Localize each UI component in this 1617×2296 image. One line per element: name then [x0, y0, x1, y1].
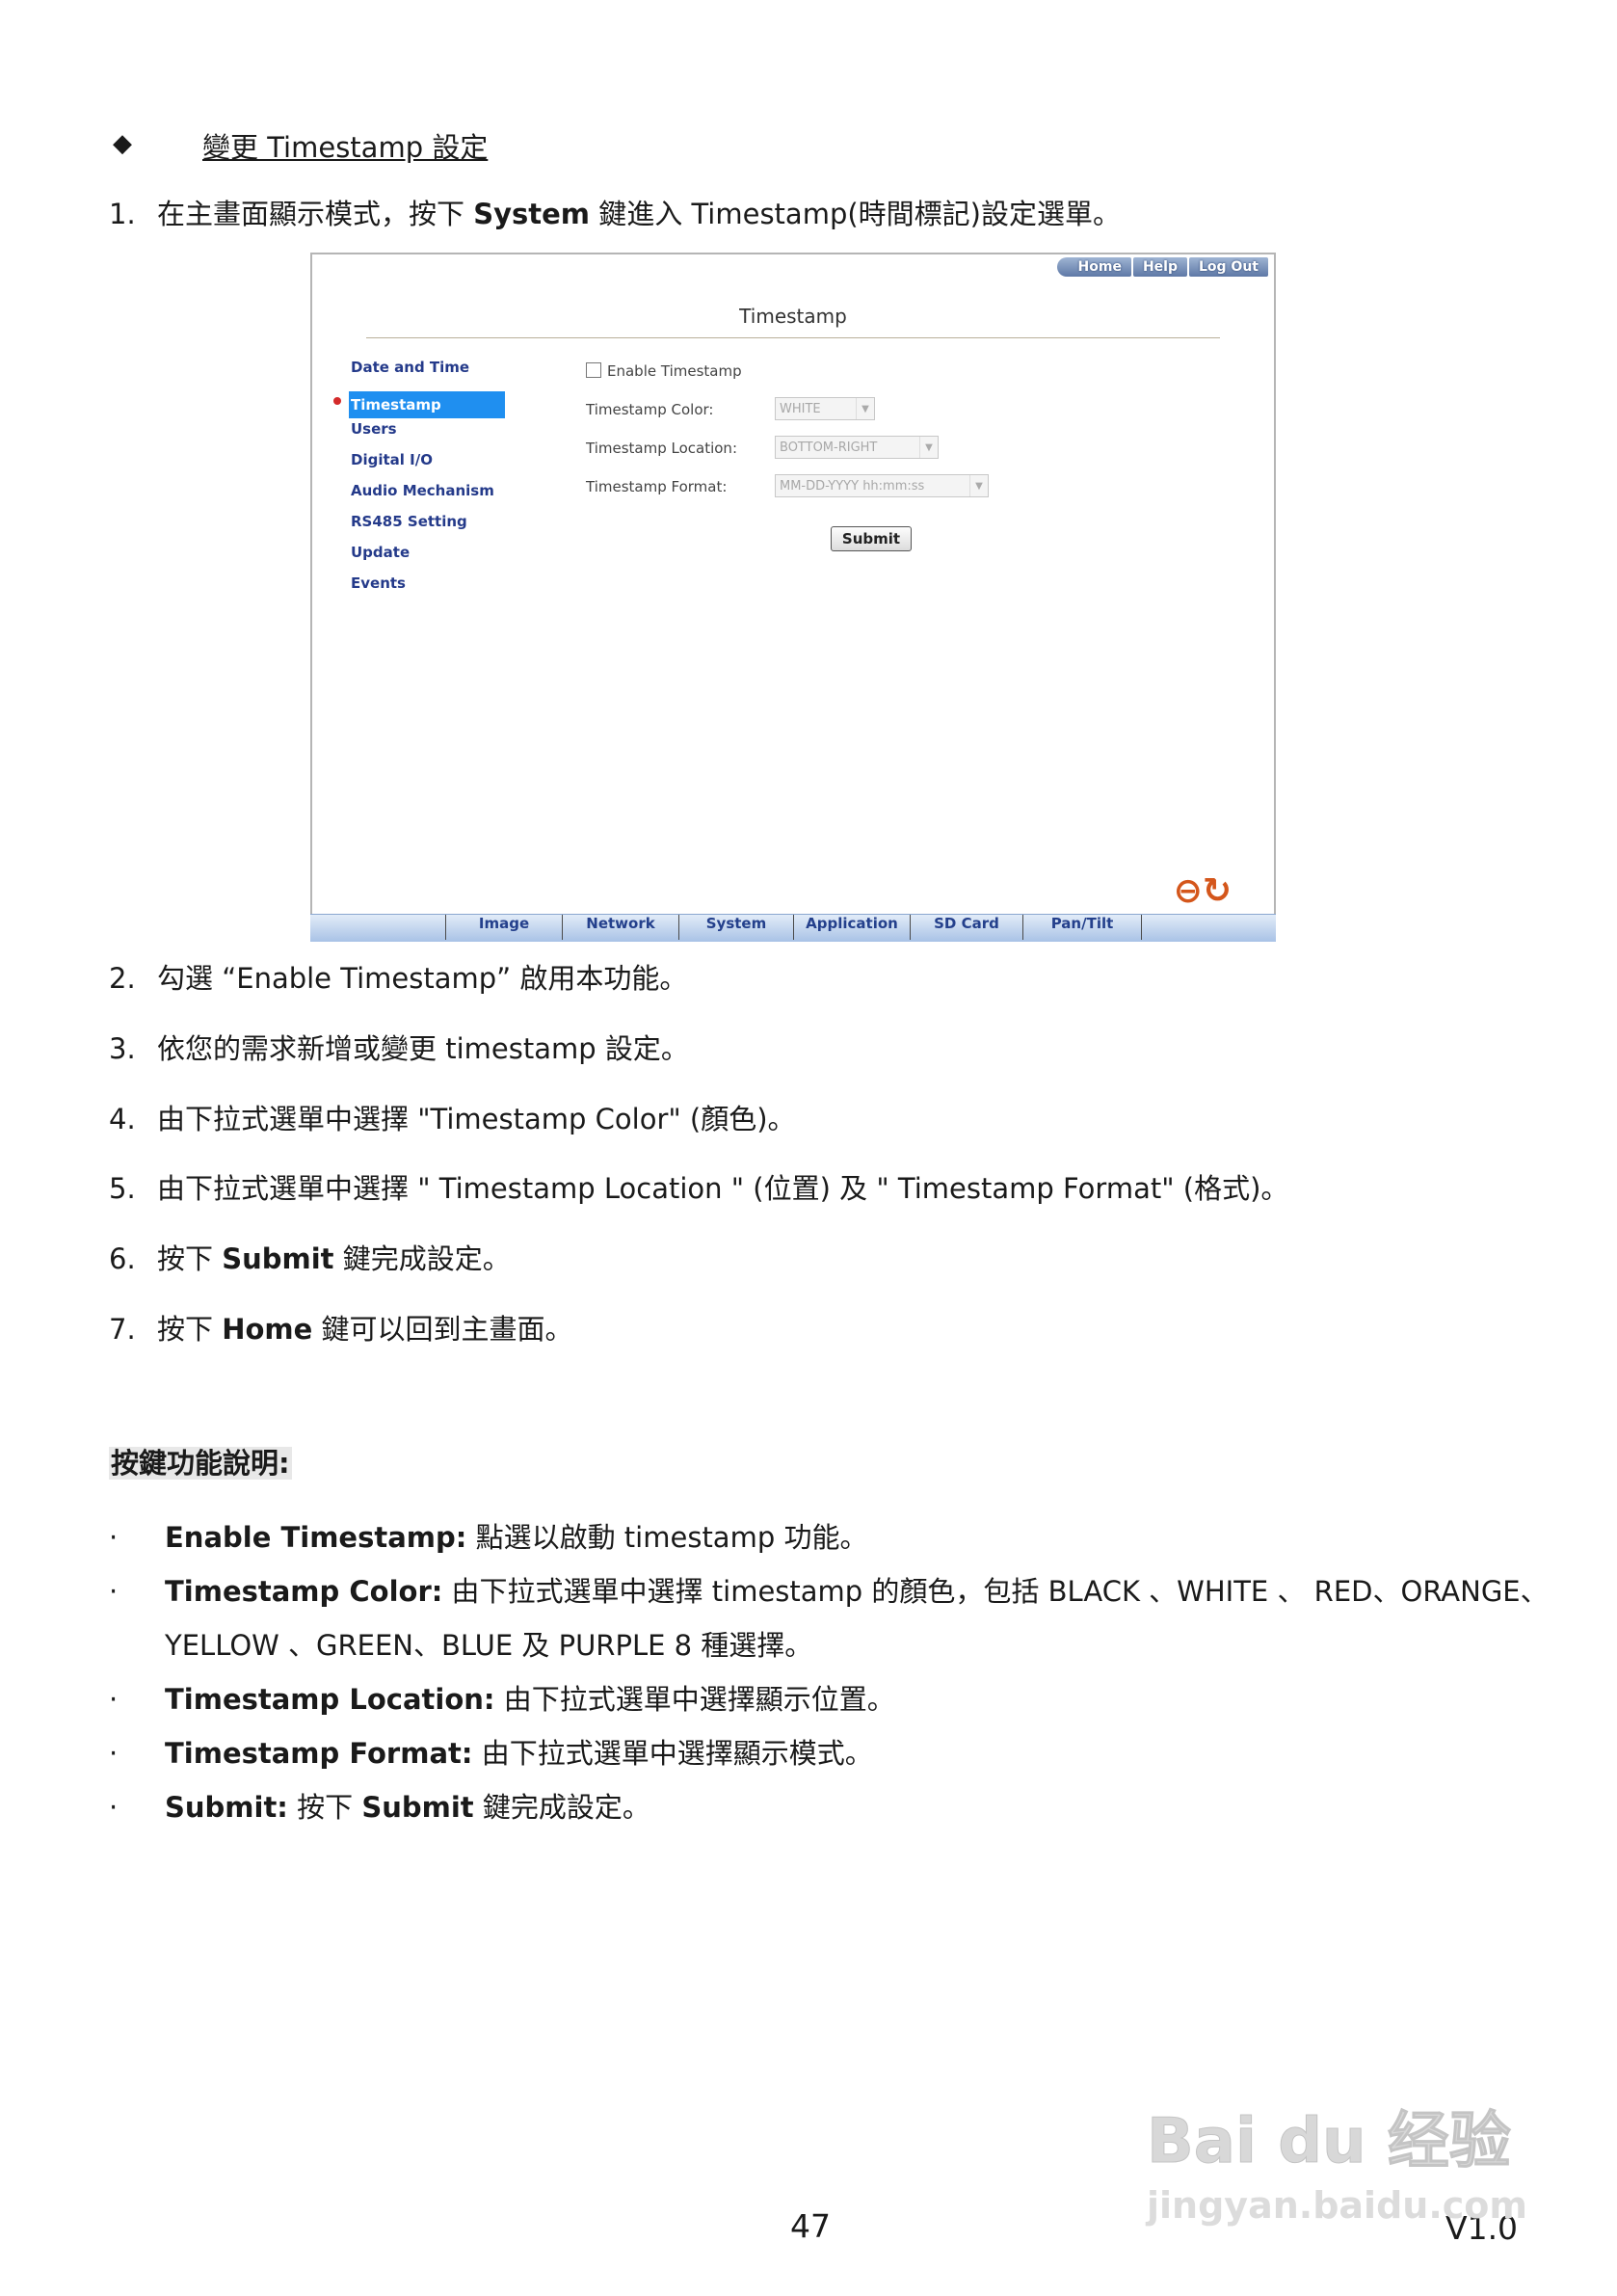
- title-divider: [366, 337, 1220, 338]
- top-nav: Home Help Log Out: [1056, 257, 1268, 277]
- step-number: 3.: [109, 1032, 136, 1065]
- tab-system[interactable]: System: [678, 915, 793, 940]
- enable-timestamp-checkbox[interactable]: [586, 362, 601, 378]
- sidebar-item-digital-io[interactable]: Digital I/O: [349, 451, 513, 482]
- key-item-color-cont: YELLOW 、GREEN、BLUE 及 PURPLE 8 種選擇。: [165, 1629, 813, 1662]
- baidu-watermark: Bai du 经验 jingyan.baidu.com: [1147, 2092, 1551, 2228]
- step-number: 1.: [109, 198, 136, 230]
- enable-timestamp-label: Enable Timestamp: [607, 362, 742, 380]
- sidebar-item-events[interactable]: Events: [349, 574, 513, 605]
- tab-image[interactable]: Image: [445, 915, 562, 940]
- tab-pan-tilt[interactable]: Pan/Tilt: [1022, 915, 1142, 940]
- step-number: 7.: [109, 1313, 136, 1346]
- step-1: 1. 在主畫面顯示模式，按下 System 鍵進入 Timestamp(時間標記)…: [109, 198, 1121, 230]
- step-2: 2. 勾選 “Enable Timestamp” 啟用本功能。: [109, 962, 688, 995]
- refresh-icon[interactable]: ↻: [1203, 871, 1232, 911]
- chevron-down-icon: ▼: [919, 437, 938, 458]
- format-label: Timestamp Format:: [586, 478, 728, 495]
- settings-sidebar: Date and Time Timestamp Users Digital I/…: [349, 359, 513, 605]
- sidebar-item-update[interactable]: Update: [349, 544, 513, 574]
- enable-timestamp-row: Enable Timestamp: [586, 362, 742, 380]
- bullet-icon: ·: [109, 1575, 119, 1608]
- bullet-icon: ·: [109, 1521, 119, 1554]
- baidu-logo-text: Bai du 经验: [1147, 2106, 1512, 2178]
- key-item-location: · Timestamp Location: 由下拉式選單中選擇顯示位置。: [109, 1683, 895, 1716]
- section-heading: 變更 Timestamp 設定: [202, 131, 489, 164]
- color-select[interactable]: WHITE ▼: [775, 397, 875, 420]
- sidebar-item-timestamp[interactable]: Timestamp: [349, 391, 505, 418]
- active-marker-icon: [333, 397, 341, 405]
- bottom-nav: Image Network System Application SD Card…: [310, 914, 1276, 942]
- bullet-icon: ·: [109, 1737, 119, 1770]
- bullet-icon: ·: [109, 1683, 119, 1716]
- diamond-bullet-icon: ◆: [113, 129, 132, 158]
- format-select[interactable]: MM-DD-YYYY hh:mm:ss ▼: [775, 474, 989, 497]
- location-label: Timestamp Location:: [586, 440, 737, 457]
- submit-button[interactable]: Submit: [831, 526, 912, 551]
- logout-button[interactable]: Log Out: [1189, 257, 1268, 277]
- step-number: 5.: [109, 1172, 136, 1205]
- step-4: 4. 由下拉式選單中選擇 "Timestamp Color" (顏色)。: [109, 1103, 796, 1135]
- step-7: 7. 按下 Home 鍵可以回到主畫面。: [109, 1313, 573, 1346]
- sidebar-item-rs485-setting[interactable]: RS485 Setting: [349, 513, 513, 544]
- tab-application[interactable]: Application: [793, 915, 910, 940]
- bullet-icon: ·: [109, 1791, 119, 1824]
- sidebar-item-audio-mechanism[interactable]: Audio Mechanism: [349, 482, 513, 513]
- location-select[interactable]: BOTTOM-RIGHT ▼: [775, 436, 939, 459]
- page-number: 47: [790, 2207, 831, 2245]
- step-number: 4.: [109, 1103, 136, 1135]
- key-functions-heading: 按鍵功能說明:: [109, 1447, 292, 1480]
- key-item-format: · Timestamp Format: 由下拉式選單中選擇顯示模式。: [109, 1737, 873, 1770]
- chevron-down-icon: ▼: [856, 398, 874, 419]
- chevron-down-icon: ▼: [969, 475, 988, 496]
- home-button[interactable]: Home: [1056, 257, 1131, 277]
- timestamp-settings-screenshot: Home Help Log Out Timestamp Date and Tim…: [310, 253, 1276, 942]
- baidu-url: jingyan.baidu.com: [1147, 2184, 1527, 2227]
- step-number: 6.: [109, 1242, 136, 1275]
- color-label: Timestamp Color:: [586, 401, 714, 418]
- tab-network[interactable]: Network: [562, 915, 678, 940]
- step-3: 3. 依您的需求新增或變更 timestamp 設定。: [109, 1032, 689, 1065]
- key-item-enable: · Enable Timestamp: 點選以啟動 timestamp 功能。: [109, 1521, 868, 1554]
- nav-icons: ⊖↻: [1174, 871, 1232, 911]
- key-item-submit: · Submit: 按下 Submit 鍵完成設定。: [109, 1791, 650, 1824]
- sidebar-item-users[interactable]: Users: [349, 420, 513, 451]
- help-button[interactable]: Help: [1132, 257, 1187, 277]
- back-arrow-icon[interactable]: ⊖: [1174, 871, 1203, 911]
- key-item-color: · Timestamp Color: 由下拉式選單中選擇 timestamp 的顏…: [109, 1575, 1549, 1608]
- step-5: 5. 由下拉式選單中選擇 " Timestamp Location " (位置) …: [109, 1172, 1289, 1205]
- tab-sd-card[interactable]: SD Card: [910, 915, 1022, 940]
- page-title: Timestamp: [739, 305, 847, 328]
- step-6: 6. 按下 Submit 鍵完成設定。: [109, 1242, 511, 1275]
- sidebar-item-date-and-time[interactable]: Date and Time: [349, 359, 513, 389]
- step-number: 2.: [109, 962, 136, 995]
